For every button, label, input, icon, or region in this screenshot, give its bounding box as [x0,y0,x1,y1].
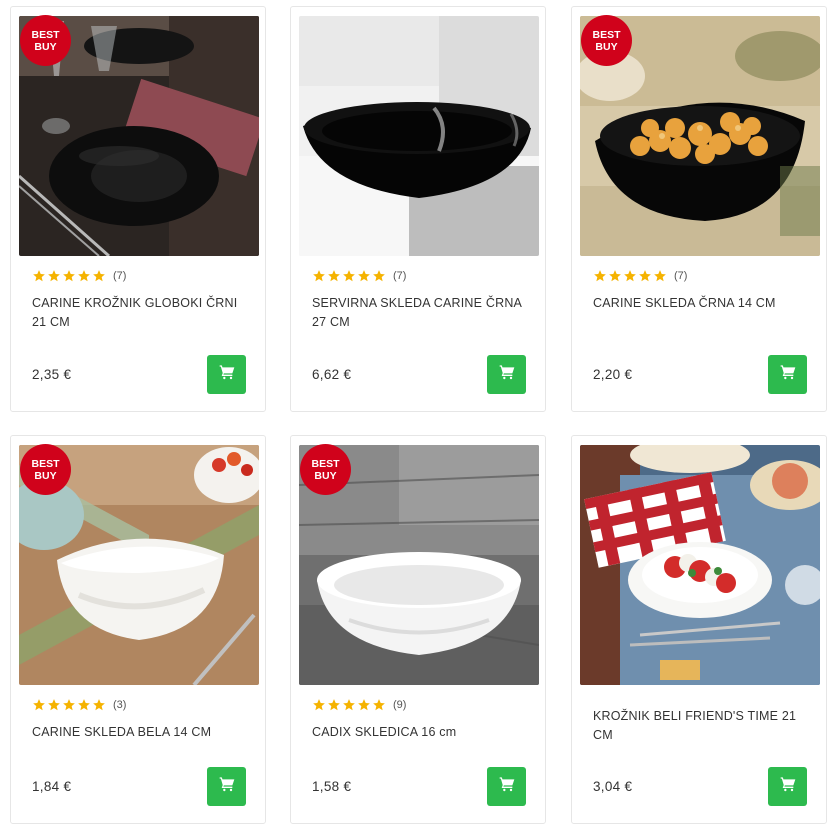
star-icon [62,269,76,283]
badge-line-1: BEST [31,457,60,470]
badge-line-1: BEST [311,457,340,470]
badge-line-2: BUY [34,40,57,53]
product-image[interactable] [299,16,539,256]
rating-stars [32,698,106,712]
star-icon [92,698,106,712]
product-rating: (3) [32,698,126,712]
product-title[interactable]: CARINE SKLEDA BELA 14 CM [32,723,252,742]
star-icon [47,269,61,283]
badge-line-2: BUY [595,40,618,53]
product-price: 6,62 € [312,367,352,382]
shopping-cart-icon [499,776,515,797]
product-card[interactable]: BEST BUY (7) CARINE SKLEDA ČRNA 14 CM 2,… [571,6,827,412]
star-icon [77,269,91,283]
rating-count: (7) [674,270,688,282]
product-image[interactable] [580,445,820,685]
product-card[interactable]: BEST BUY (3) CARINE SKLEDA BELA 14 CM 1,… [10,435,266,824]
rating-stars [312,269,386,283]
product-card[interactable]: (7) SERVIRNA SKLEDA CARINE ČRNA 27 CM 6,… [290,6,546,412]
star-icon [357,698,371,712]
rating-count: (7) [113,270,127,282]
rating-stars [312,698,386,712]
product-price: 1,84 € [32,779,72,794]
star-icon [312,269,326,283]
add-to-cart-button[interactable] [768,767,807,806]
add-to-cart-button[interactable] [487,767,526,806]
shopping-cart-icon [499,364,515,385]
star-icon [62,698,76,712]
star-icon [77,698,91,712]
shopping-cart-icon [780,776,796,797]
star-icon [623,269,637,283]
star-icon [357,269,371,283]
product-rating: (9) [312,698,406,712]
badge-line-1: BEST [31,28,60,41]
rating-stars [32,269,106,283]
rating-count: (9) [393,699,407,711]
product-price: 2,35 € [32,367,72,382]
star-icon [372,698,386,712]
shopping-cart-icon [219,364,235,385]
product-price: 3,04 € [593,779,633,794]
add-to-cart-button[interactable] [487,355,526,394]
badge-line-1: BEST [592,28,621,41]
star-icon [327,269,341,283]
best-buy-badge: BEST BUY [20,15,71,66]
rating-stars [593,269,667,283]
product-title[interactable]: CARINE KROŽNIK GLOBOKI ČRNI 21 CM [32,294,252,332]
star-icon [92,269,106,283]
product-title[interactable]: CADIX SKLEDICA 16 cm [312,723,532,742]
product-rating: (7) [32,269,126,283]
product-title[interactable]: CARINE SKLEDA ČRNA 14 CM [593,294,813,313]
product-card[interactable]: BEST BUY (7) CARINE KROŽNIK GLOBOKI ČRNI… [10,6,266,412]
star-icon [593,269,607,283]
add-to-cart-button[interactable] [768,355,807,394]
star-icon [372,269,386,283]
star-icon [653,269,667,283]
best-buy-badge: BEST BUY [581,15,632,66]
product-price: 2,20 € [593,367,633,382]
add-to-cart-button[interactable] [207,767,246,806]
star-icon [32,698,46,712]
star-icon [47,698,61,712]
rating-count: (7) [393,270,407,282]
product-title[interactable]: SERVIRNA SKLEDA CARINE ČRNA 27 CM [312,294,532,332]
product-price: 1,58 € [312,779,352,794]
shopping-cart-icon [219,776,235,797]
star-icon [32,269,46,283]
shopping-cart-icon [780,364,796,385]
product-rating: (7) [593,269,687,283]
product-rating: (7) [312,269,406,283]
star-icon [638,269,652,283]
badge-line-2: BUY [34,469,57,482]
rating-count: (3) [113,699,127,711]
best-buy-badge: BEST BUY [300,444,351,495]
best-buy-badge: BEST BUY [20,444,71,495]
star-icon [608,269,622,283]
star-icon [312,698,326,712]
product-card[interactable]: KROŽNIK BELI FRIEND'S TIME 21 CM 3,04 € [571,435,827,824]
star-icon [342,269,356,283]
star-icon [342,698,356,712]
product-title[interactable]: KROŽNIK BELI FRIEND'S TIME 21 CM [593,707,813,745]
add-to-cart-button[interactable] [207,355,246,394]
badge-line-2: BUY [314,469,337,482]
product-grid: BEST BUY (7) CARINE KROŽNIK GLOBOKI ČRNI… [0,0,840,830]
product-card[interactable]: BEST BUY (9) CADIX SKLEDICA 16 cm 1,58 € [290,435,546,824]
star-icon [327,698,341,712]
